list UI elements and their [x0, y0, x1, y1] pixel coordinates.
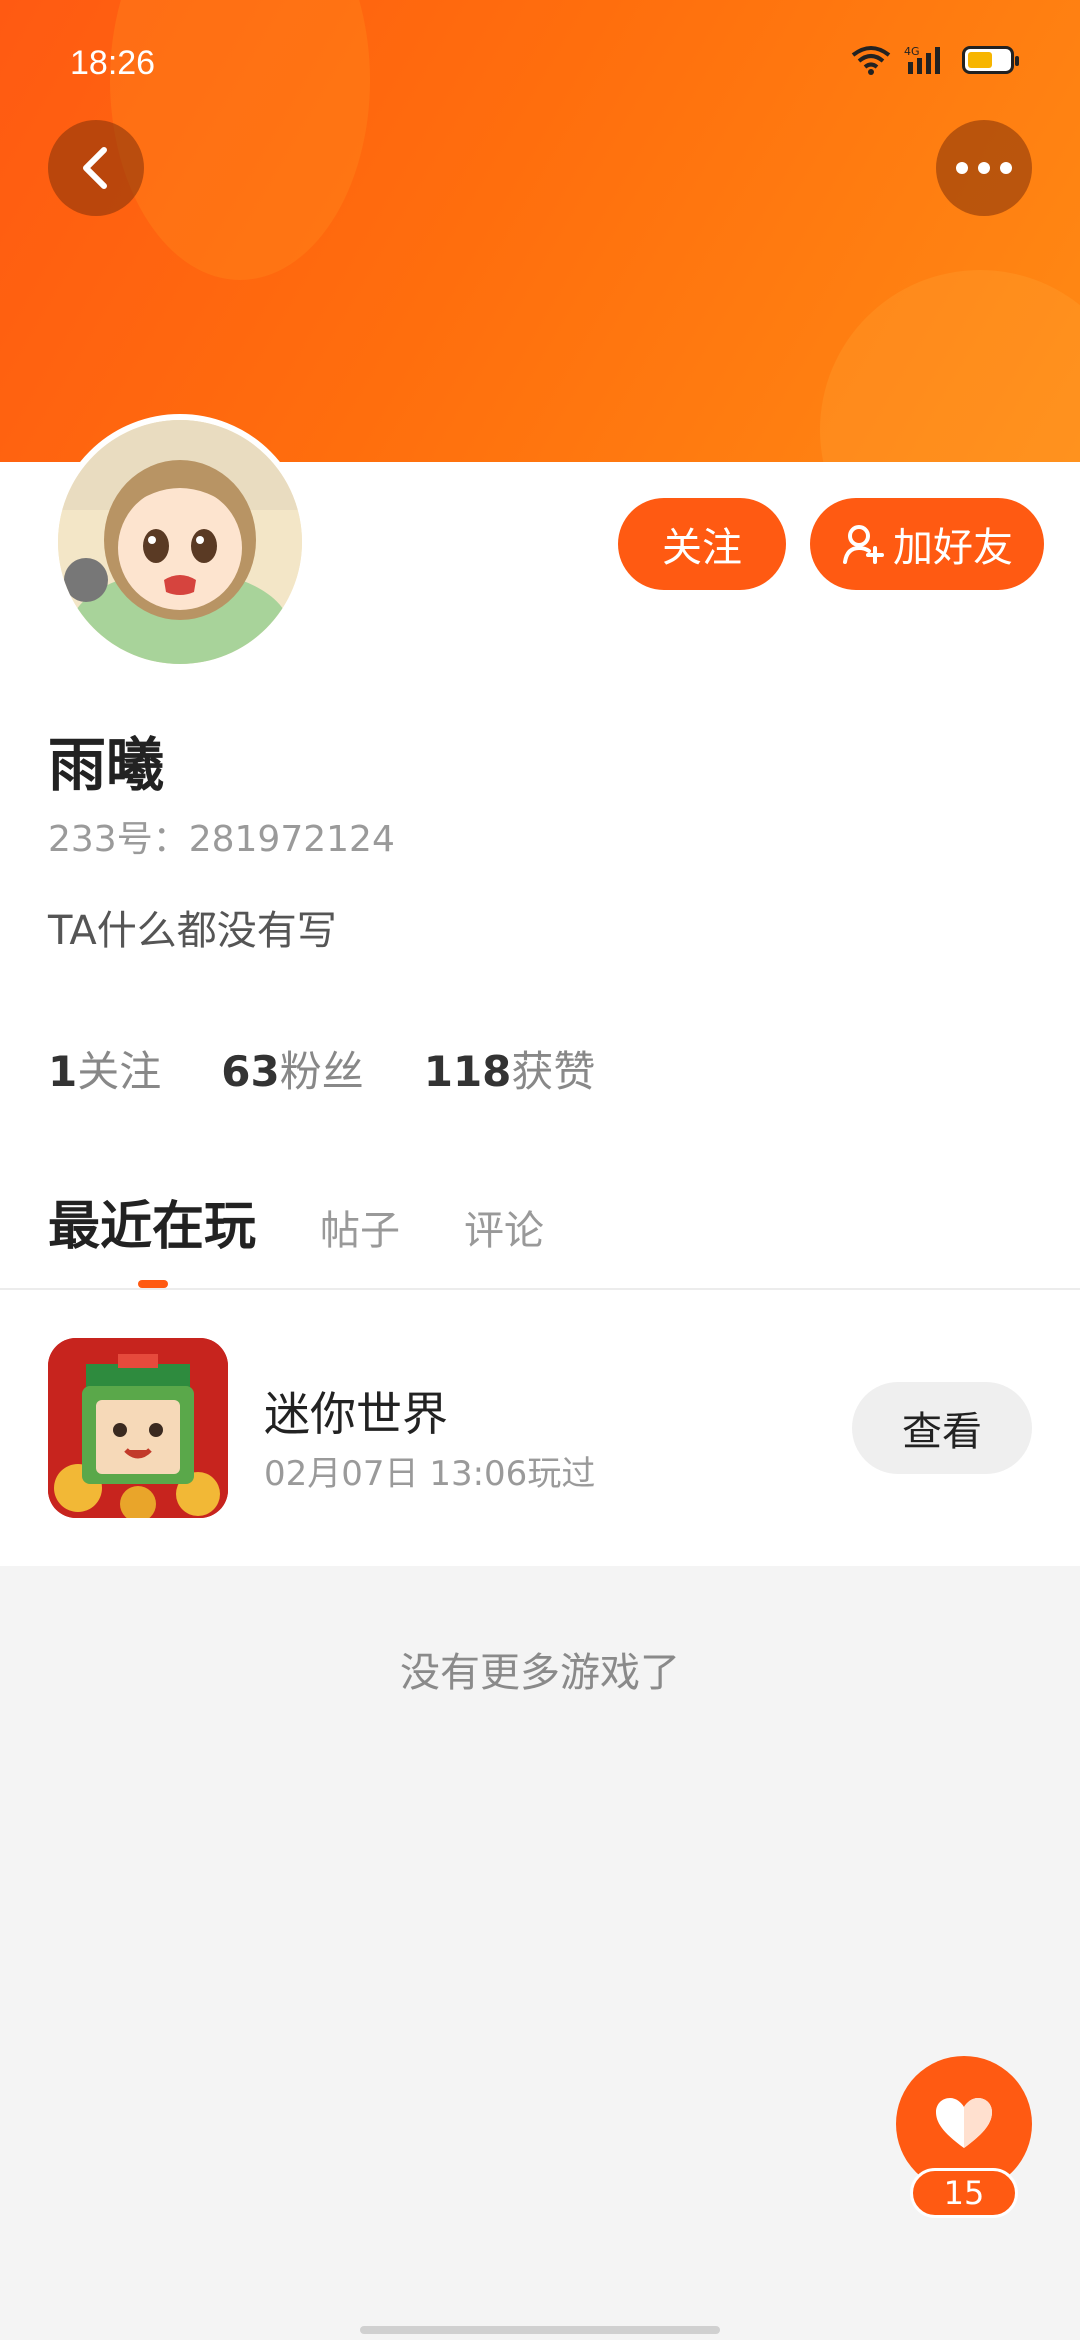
- avatar[interactable]: [52, 414, 308, 670]
- tab-active-indicator: [138, 1280, 168, 1288]
- status-time: 18:26: [70, 44, 156, 82]
- game-last-played: 02月07日 13:06玩过: [264, 1454, 596, 1494]
- view-button[interactable]: 查看: [852, 1382, 1032, 1474]
- stat-label: 粉丝: [279, 1047, 364, 1096]
- tab-posts[interactable]: 帖子: [320, 1198, 400, 1256]
- user-id: 233号：281972124: [48, 819, 395, 860]
- stat-number: 1: [48, 1047, 78, 1096]
- chevron-left-icon: [83, 147, 107, 189]
- stat-label: 关注: [77, 1047, 162, 1096]
- more-button[interactable]: [936, 120, 1032, 216]
- like-count-badge: 15: [910, 2168, 1018, 2218]
- profile-tabs: 最近在玩 帖子 评论: [48, 1184, 544, 1259]
- stat-label: 获赞: [511, 1047, 596, 1096]
- username: 雨曦: [48, 731, 165, 799]
- tab-recently-played[interactable]: 最近在玩: [48, 1184, 256, 1259]
- follow-button[interactable]: 关注: [618, 498, 786, 590]
- stat-following[interactable]: 1关注: [48, 1038, 161, 1099]
- list-item[interactable]: 迷你世界 02月07日 13:06玩过 查看: [0, 1290, 1080, 1566]
- status-icons: 4G: [850, 44, 1019, 76]
- user-bio: TA什么都没有写: [48, 908, 337, 954]
- signal-4g-icon: 4G: [904, 45, 940, 74]
- no-more-games-text: 没有更多游戏了: [400, 1650, 680, 1696]
- tab-comments[interactable]: 评论: [464, 1198, 544, 1256]
- battery-icon: [962, 46, 1019, 74]
- svg-text:4G: 4G: [904, 45, 920, 58]
- game-name: 迷你世界: [264, 1387, 448, 1441]
- stat-number: 118: [423, 1047, 512, 1096]
- banner-decoration: [820, 270, 1080, 462]
- user-stats: 1关注 63粉丝 118获赞: [48, 1038, 595, 1099]
- stat-likes[interactable]: 118获赞: [424, 1038, 596, 1099]
- more-dots-icon: [956, 162, 1012, 174]
- add-friend-label: 加好友: [893, 525, 1013, 571]
- game-icon: [48, 1338, 228, 1518]
- stat-number: 63: [221, 1047, 280, 1096]
- wifi-icon: [851, 46, 891, 75]
- heart-icon: [936, 2098, 992, 2148]
- avatar-image: [58, 420, 302, 664]
- profile-card: 关注 加好友 雨曦 233号：281972124 TA什么都没有写 1关注 63…: [0, 414, 1080, 1290]
- banner-decoration: [110, 0, 370, 280]
- add-friend-button[interactable]: 加好友: [810, 498, 1044, 590]
- stat-fans[interactable]: 63粉丝: [221, 1038, 363, 1099]
- home-indicator[interactable]: [360, 2326, 720, 2334]
- back-button[interactable]: [48, 120, 144, 216]
- add-user-icon: [843, 525, 884, 564]
